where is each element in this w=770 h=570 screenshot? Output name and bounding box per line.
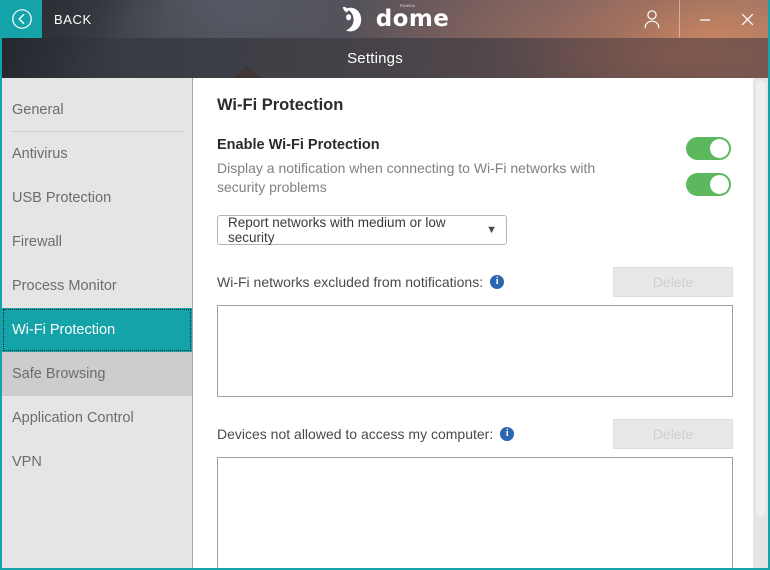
delete-excluded-network-button[interactable]: Delete (613, 267, 733, 297)
back-label[interactable]: BACK (54, 12, 92, 27)
security-level-selected-value: Report networks with medium or low secur… (228, 215, 446, 245)
excluded-networks-header: Wi-Fi networks excluded from notificatio… (217, 267, 733, 297)
sidebar-item-vpn[interactable]: VPN (2, 440, 192, 484)
close-button[interactable] (726, 0, 768, 38)
info-icon[interactable]: i (500, 427, 515, 441)
sidebar-item-label: Firewall (12, 234, 62, 250)
sidebar-item-label: VPN (12, 454, 42, 470)
page-title: Wi-Fi Protection (217, 96, 344, 114)
sidebar-item-general[interactable]: General (2, 88, 192, 132)
enable-wifi-protection-toggle[interactable] (686, 137, 731, 160)
sidebar-item-label: Application Control (12, 410, 134, 426)
title-bar-background: BACK PANDA dome (42, 0, 768, 38)
page-header-title: Settings (347, 49, 403, 67)
sidebar-item-usb-protection[interactable]: USB Protection (2, 176, 192, 220)
settings-header: Settings (2, 38, 768, 78)
security-level-dropdown[interactable]: Report networks with medium or low secur… (217, 215, 507, 245)
sidebar-item-application-control[interactable]: Application Control (2, 396, 192, 440)
blocked-devices-listbox[interactable] (217, 457, 733, 568)
wifi-protection-panel: Wi-Fi Protection Enable Wi-Fi Protection… (193, 78, 749, 568)
notification-toggle[interactable] (686, 173, 731, 196)
sidebar-item-process-monitor[interactable]: Process Monitor (2, 264, 192, 308)
sidebar-item-firewall[interactable]: Firewall (2, 220, 192, 264)
title-bar: BACK PANDA dome (2, 0, 768, 38)
excluded-networks-listbox[interactable] (217, 305, 733, 397)
content-scrollbar[interactable] (753, 78, 768, 568)
settings-rows: Enable Wi-Fi Protection Display a notifi… (217, 137, 733, 197)
back-button[interactable] (2, 0, 42, 38)
application-window: BACK PANDA dome Settings General Antivir… (0, 0, 770, 570)
back-arrow-icon (12, 9, 32, 29)
notification-description: Display a notification when connecting t… (217, 160, 596, 195)
sidebar-item-label: Process Monitor (12, 278, 117, 294)
toggle-knob (710, 175, 729, 194)
titlebar-divider (679, 0, 680, 38)
sidebar-item-label: General (12, 102, 64, 118)
minimize-icon (700, 19, 710, 21)
toggle-knob (710, 139, 729, 158)
excluded-networks-section: Wi-Fi networks excluded from notificatio… (217, 267, 749, 397)
sidebar-item-antivirus[interactable]: Antivirus (2, 132, 192, 176)
sidebar-item-label: Antivirus (12, 146, 68, 162)
blocked-devices-section: Devices not allowed to access my compute… (217, 419, 749, 568)
user-icon (644, 10, 660, 29)
sidebar-item-wifi-protection[interactable]: Wi-Fi Protection (2, 308, 192, 352)
blocked-devices-header: Devices not allowed to access my compute… (217, 419, 733, 449)
chevron-down-icon: ▼ (486, 223, 497, 236)
window-controls (631, 0, 768, 38)
body-area: General Antivirus USB Protection Firewal… (2, 78, 768, 568)
info-icon[interactable]: i (490, 275, 505, 289)
sidebar-item-label: Safe Browsing (12, 366, 106, 382)
minimize-button[interactable] (684, 0, 726, 38)
delete-blocked-device-button[interactable]: Delete (613, 419, 733, 449)
settings-sidebar: General Antivirus USB Protection Firewal… (2, 78, 193, 568)
excluded-networks-label: Wi-Fi networks excluded from notificatio… (217, 274, 484, 290)
account-button[interactable] (631, 0, 673, 38)
close-icon (741, 13, 753, 25)
sidebar-item-safe-browsing[interactable]: Safe Browsing (2, 352, 192, 396)
sidebar-item-label: Wi-Fi Protection (12, 322, 116, 338)
blocked-devices-label: Devices not allowed to access my compute… (217, 426, 494, 442)
enable-wifi-protection-label: Enable Wi-Fi Protection (217, 137, 380, 153)
content-scrollbar-thumb[interactable] (755, 80, 766, 517)
sidebar-item-label: USB Protection (12, 190, 112, 206)
content-area: Wi-Fi Protection Enable Wi-Fi Protection… (193, 78, 768, 568)
